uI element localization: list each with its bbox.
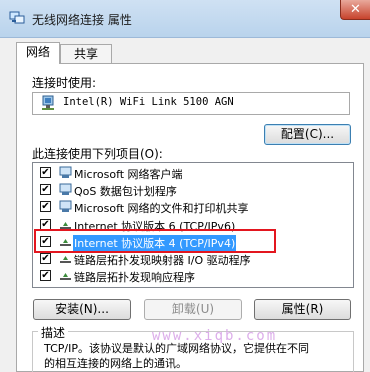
item-label: QoS 数据包计划程序 xyxy=(74,185,177,198)
network-client-icon xyxy=(59,166,72,179)
description-label: 描述 xyxy=(38,324,69,341)
items-label: 此连接使用下列项目(O): xyxy=(32,147,163,161)
item-label: Microsoft 网络客户端 xyxy=(74,168,183,181)
item-checkbox[interactable]: ✔ xyxy=(40,270,51,281)
window-title: 无线网络连接 属性 xyxy=(32,13,132,27)
protocol-icon xyxy=(59,252,72,265)
item-label: 链路层拓扑发现响应程序 xyxy=(74,271,195,284)
list-item[interactable]: ✔ Microsoft 网络客户端 xyxy=(34,165,352,181)
configure-button[interactable]: 配置(C)... xyxy=(264,124,351,145)
highlight-annotation xyxy=(34,229,276,253)
protocol-icon xyxy=(59,269,72,282)
uninstall-button[interactable]: 卸载(U) xyxy=(144,299,242,320)
adapter-name: Intel(R) WiFi Link 5100 AGN xyxy=(63,96,234,108)
item-checkbox[interactable]: ✔ xyxy=(40,253,51,264)
file-printer-sharing-icon xyxy=(59,200,72,213)
list-item[interactable]: ✔ Microsoft 网络的文件和打印机共享 xyxy=(34,199,352,215)
install-button[interactable]: 安装(N)... xyxy=(33,299,131,320)
list-item[interactable]: ✔ QoS 数据包计划程序 xyxy=(34,182,352,198)
tab-network[interactable]: 网络 xyxy=(16,42,60,64)
list-item[interactable]: ✔ 链路层拓扑发现映射器 I/O 驱动程序 xyxy=(34,251,352,267)
item-checkbox[interactable]: ✔ xyxy=(40,184,51,195)
item-checkbox[interactable]: ✔ xyxy=(40,167,51,178)
network-connection-icon xyxy=(9,11,25,25)
connect-using-label: 连接时使用: xyxy=(32,76,97,90)
item-label: Microsoft 网络的文件和打印机共享 xyxy=(74,202,249,215)
qos-icon xyxy=(59,183,72,196)
description-line-1: TCP/IP。该协议是默认的广域网络协议，它提供在不同 xyxy=(44,342,309,355)
item-label: 链路层拓扑发现映射器 I/O 驱动程序 xyxy=(74,254,251,267)
tab-sharing[interactable]: 共享 xyxy=(60,44,112,64)
network-adapter-icon xyxy=(41,95,55,111)
list-item[interactable]: ✔ 链路层拓扑发现响应程序 xyxy=(34,268,352,284)
close-button[interactable]: ✕ xyxy=(340,0,370,20)
description-line-2: 的相互连接的网络上的通讯。 xyxy=(44,357,187,370)
properties-button[interactable]: 属性(R) xyxy=(254,299,351,320)
item-checkbox[interactable]: ✔ xyxy=(40,201,51,212)
description-text: TCP/IP。该协议是默认的广域网络协议，它提供在不同 的相互连接的网络上的通讯… xyxy=(44,341,364,371)
